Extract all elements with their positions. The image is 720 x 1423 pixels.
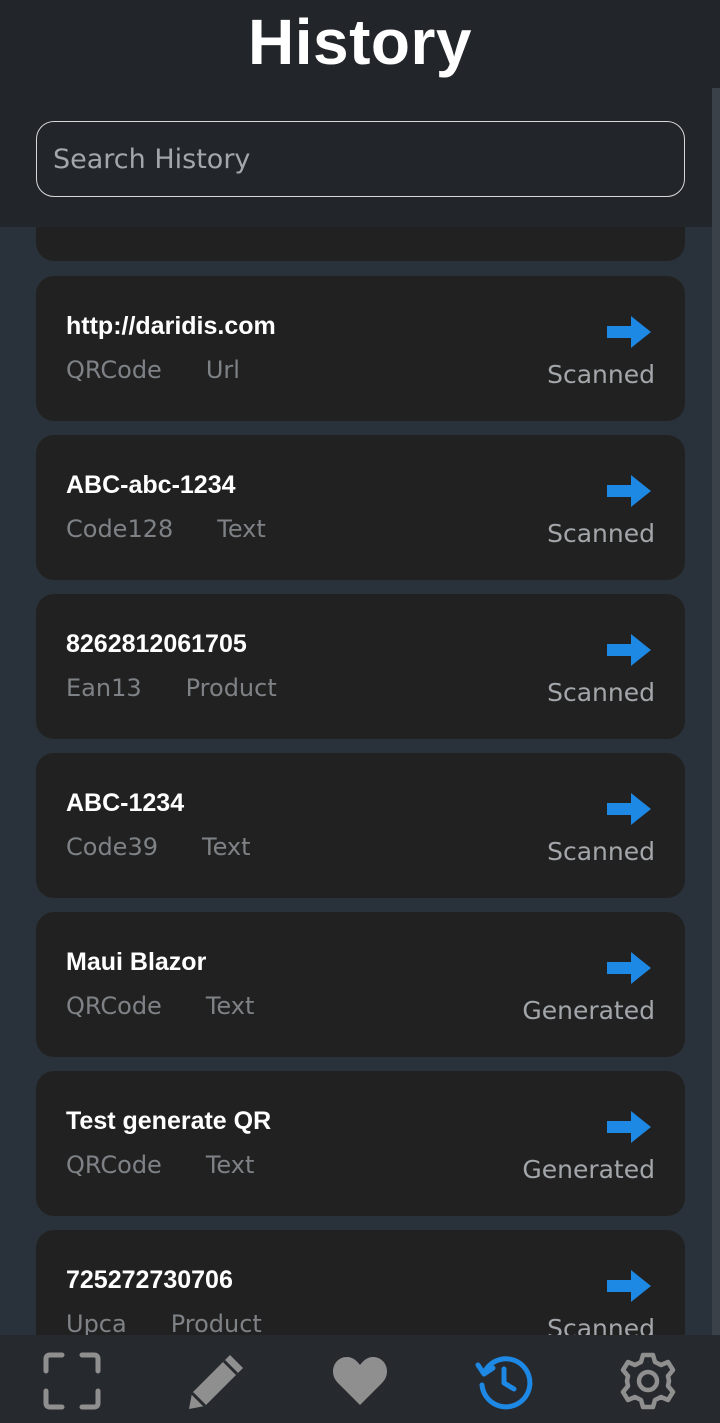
history-card-meta: QRCode Text [66,992,254,1020]
barcode-format: Code128 [66,515,174,543]
history-card-meta: Ean13 Product [66,674,277,702]
pencil-icon [189,1355,243,1409]
history-card[interactable]: http://daridis.com QRCode Url Scanned [36,276,685,421]
barcode-format: QRCode [66,1151,162,1179]
history-icon [475,1356,533,1410]
history-card-value: 725272730706 [66,1266,233,1294]
barcode-format: QRCode [66,992,162,1020]
barcode-format: Ean13 [66,674,142,702]
history-card[interactable]: ABC-abc-1234 Code128 Text Scanned [36,435,685,580]
history-card-status: Generated [522,996,655,1025]
content-type: Text [205,1151,255,1179]
content-type: Text [217,515,266,543]
history-card-value: http://daridis.com [66,312,276,340]
history-card-status: Scanned [547,678,655,707]
history-card-meta: Upca Product [66,1310,262,1335]
history-card-status: Scanned [547,519,655,548]
gear-icon [620,1352,676,1410]
nav-settings[interactable] [618,1351,678,1411]
arrow-right-icon[interactable] [607,473,651,509]
scrollbar[interactable] [712,88,720,1375]
bottom-nav [0,1335,720,1423]
content-type: Product [170,1310,262,1335]
nav-scan[interactable] [42,1351,102,1411]
history-card-meta: Code39 Text [66,833,251,861]
history-card-status: Scanned [547,360,655,389]
page-title: History [248,6,472,78]
nav-history[interactable] [474,1351,534,1411]
nav-generate[interactable] [187,1351,247,1411]
content-type: Url [205,356,240,384]
header: History [0,0,720,227]
history-card[interactable]: Test generate QR QRCode Text Generated [36,1071,685,1216]
history-card[interactable]: 725272730706 Upca Product Scanned [36,1230,685,1335]
arrow-right-icon[interactable] [607,950,651,986]
content-type: Text [201,833,251,861]
history-card-value: ABC-1234 [66,789,185,817]
history-card-status: Scanned [547,1314,655,1335]
arrow-right-icon[interactable] [607,791,651,827]
history-card-status: Generated [522,1155,655,1184]
history-card-value: 8262812061705 [66,630,247,658]
history-card-meta: Code128 Text [66,515,266,543]
nav-favorites[interactable] [330,1351,390,1411]
history-card-meta: QRCode Url [66,356,240,384]
arrow-right-icon[interactable] [607,1268,651,1304]
history-card[interactable]: 8262812061705 Ean13 Product Scanned [36,594,685,739]
barcode-format: Code39 [66,833,158,861]
heart-icon [332,1357,388,1405]
history-card-value: Test generate QR [66,1107,272,1135]
arrow-right-icon[interactable] [607,314,651,350]
history-card[interactable]: Maui Blazor QRCode Text Generated [36,912,685,1057]
arrow-right-icon[interactable] [607,632,651,668]
search-input[interactable] [36,121,685,197]
history-card-value: Maui Blazor [66,948,207,976]
arrow-right-icon[interactable] [607,1109,651,1145]
content-type: Text [205,992,255,1020]
barcode-format: QRCode [66,356,162,384]
content-type: Product [185,674,277,702]
history-card-status: Scanned [547,837,655,866]
scan-frame-icon [43,1352,101,1410]
barcode-format: Upca [66,1310,127,1335]
history-card[interactable]: ABC-1234 Code39 Text Scanned [36,753,685,898]
history-card-value: ABC-abc-1234 [66,471,236,499]
history-card-meta: QRCode Text [66,1151,254,1179]
